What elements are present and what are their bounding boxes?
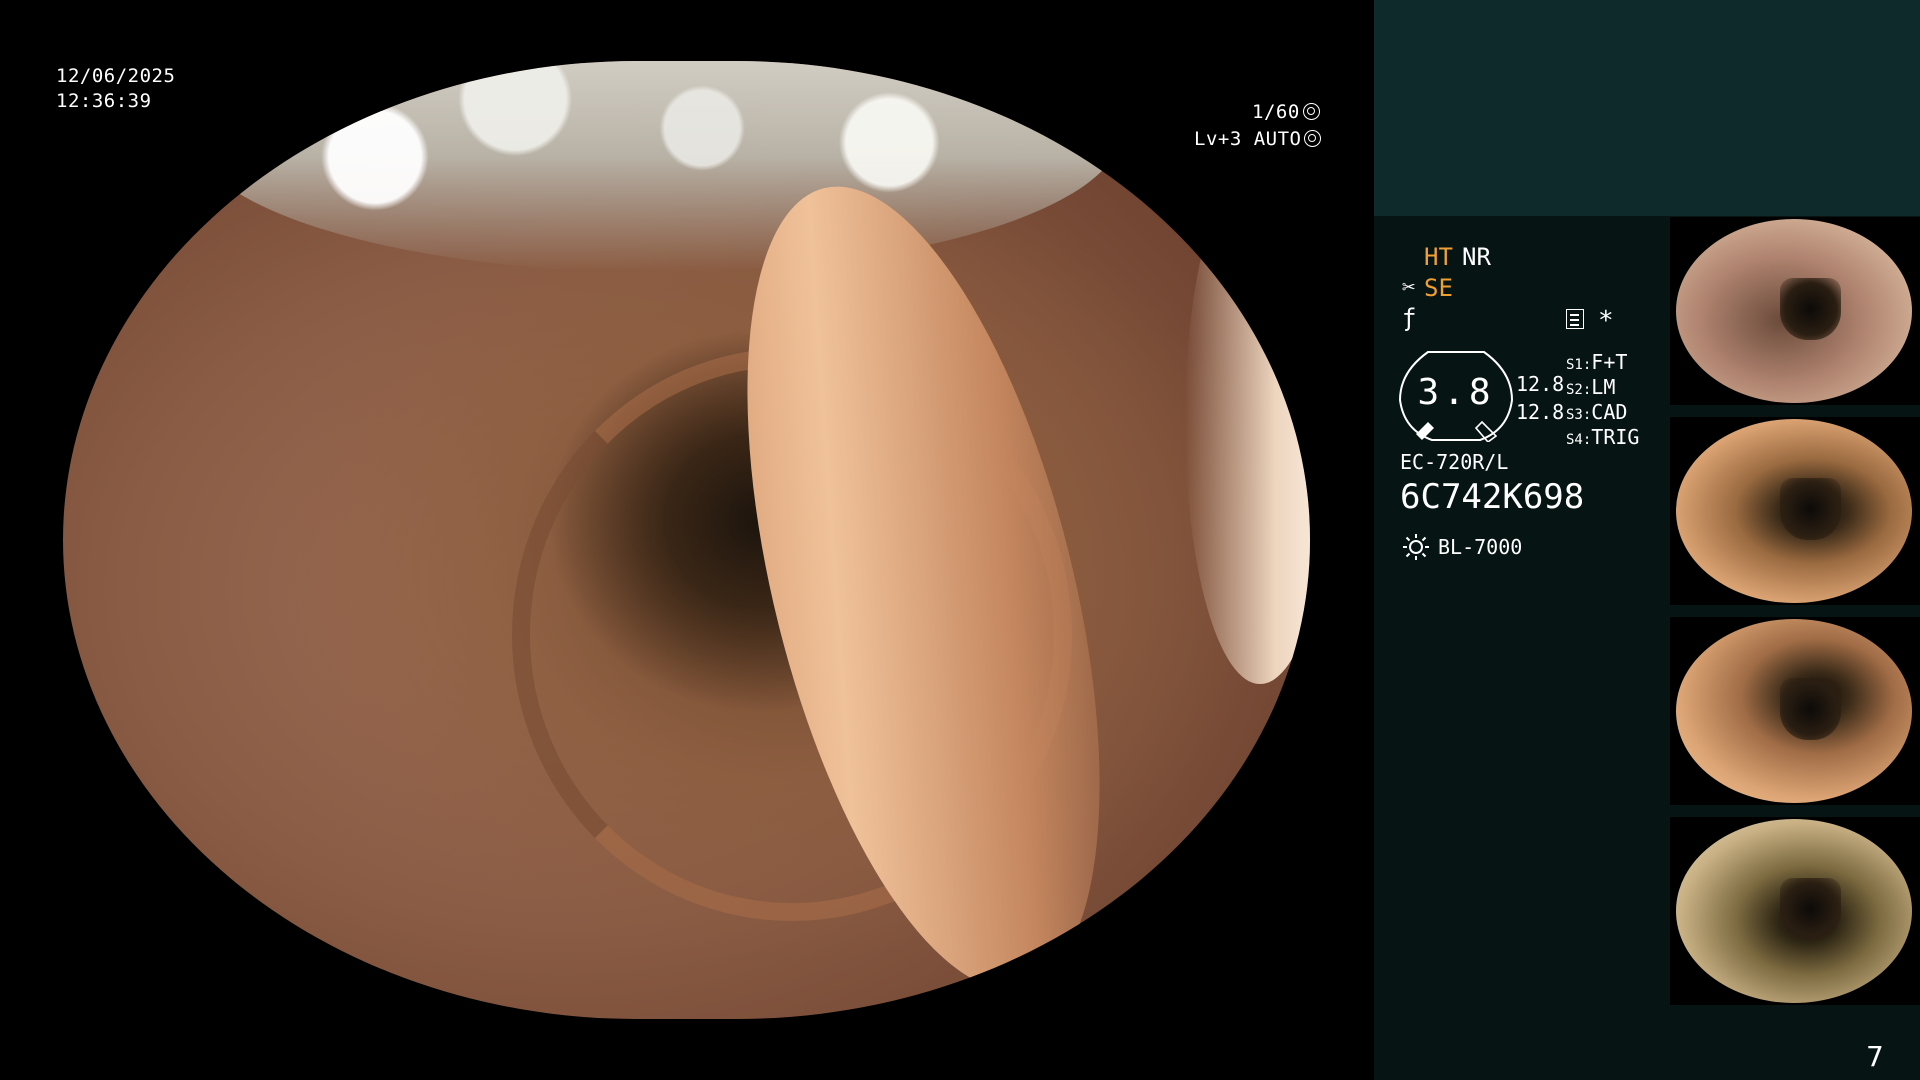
light-source: BL-7000 — [1438, 535, 1523, 559]
switch-s2: S2:LM — [1566, 375, 1615, 402]
thumbnail-image — [1676, 619, 1912, 803]
thumbnail-4[interactable] — [1670, 817, 1920, 1005]
page-number: 7 — [1866, 1040, 1884, 1073]
switch-key: S4: — [1566, 432, 1592, 448]
iris-icon — [1304, 130, 1322, 147]
panel-top-area — [1374, 0, 1920, 216]
switch-key: S2: — [1566, 382, 1592, 398]
f-icon: ƒ — [1402, 304, 1417, 332]
se-label: SE — [1424, 274, 1453, 302]
thumbnail-3[interactable] — [1670, 617, 1920, 805]
switch-value: CAD — [1591, 400, 1628, 424]
gauge-value: 3.8 — [1417, 372, 1495, 413]
thumbnail-lumen — [1779, 477, 1842, 541]
switch-value: F+T — [1591, 350, 1628, 374]
scissor-icon: ✂ — [1402, 275, 1416, 300]
ht-label: HT — [1424, 243, 1453, 271]
memo-icon — [1566, 309, 1584, 329]
shutter-text: 1/60 — [1252, 101, 1300, 123]
scope-model: EC-720R/L — [1400, 450, 1509, 474]
time-text: 12:36:39 — [56, 90, 152, 112]
switch-value: LM — [1591, 375, 1616, 399]
thumbnail-image — [1676, 219, 1912, 403]
value-2: 12.8 — [1516, 400, 1565, 424]
thumbnail-image — [1676, 419, 1912, 603]
date-text: 12/06/2025 — [56, 65, 176, 87]
shutter-readout: 1/60 — [1252, 100, 1320, 124]
switch-s4: S4:TRIG — [1566, 425, 1639, 452]
endoscope-main-view — [63, 61, 1310, 1019]
scope-serial: 6C742K698 — [1400, 477, 1585, 517]
mode-text: AUTO — [1253, 128, 1302, 150]
light-icon — [1403, 534, 1429, 560]
thumbnail-lumen — [1779, 677, 1842, 741]
exposure-readout: Lv+3 AUTO — [1194, 127, 1322, 151]
switch-value: TRIG — [1591, 425, 1640, 449]
level-text: Lv+3 — [1194, 128, 1242, 150]
thumbnail-lumen — [1779, 877, 1842, 941]
switch-key: S1: — [1566, 357, 1592, 373]
shutter-icon — [1302, 103, 1320, 120]
switch-s3: S3:CAD — [1566, 400, 1627, 427]
rim-highlight — [1185, 156, 1310, 684]
star-icon: * — [1598, 306, 1614, 336]
switch-key: S3: — [1566, 407, 1592, 423]
thumbnail-lumen — [1779, 277, 1842, 341]
thumbnail-image — [1676, 819, 1912, 1003]
thumbnail-1[interactable] — [1670, 217, 1920, 405]
foam-region — [187, 61, 1123, 272]
nr-label: NR — [1462, 243, 1491, 271]
value-1: 12.8 — [1516, 372, 1565, 396]
thumbnail-2[interactable] — [1670, 417, 1920, 605]
switch-s1: S1:F+T — [1566, 350, 1627, 377]
